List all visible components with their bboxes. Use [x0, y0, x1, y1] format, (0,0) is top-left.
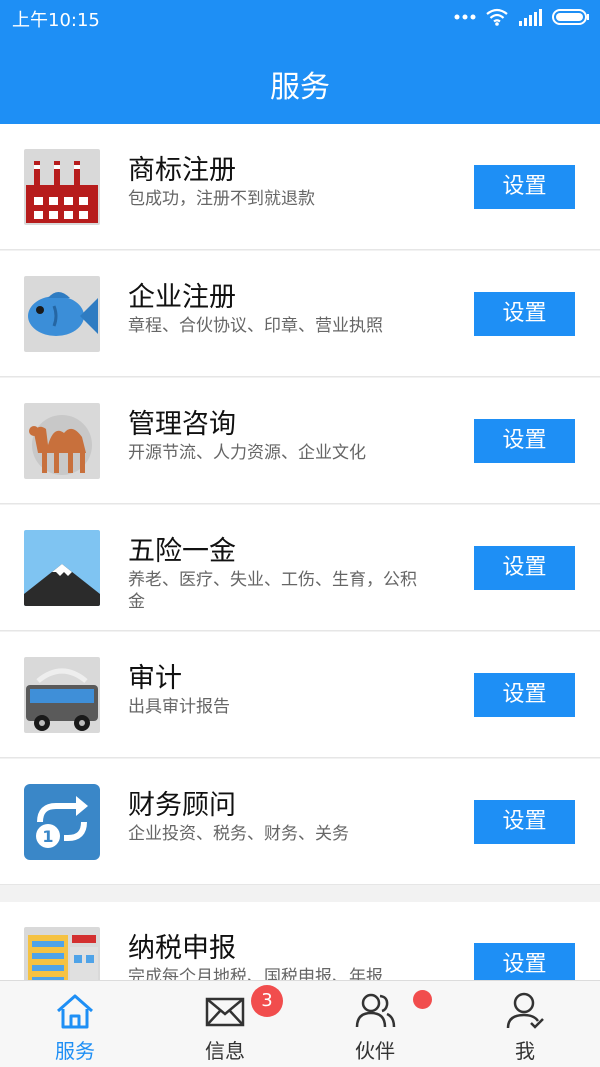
settings-button[interactable]: 设置: [474, 943, 575, 980]
settings-button[interactable]: 设置: [474, 673, 575, 717]
service-list[interactable]: 商标注册 包成功，注册不到就退款 设置 企业注册 章程、合伙协议、印章、营业执照…: [0, 124, 600, 980]
factory-icon: [24, 149, 100, 225]
status-bar: 上午10:15: [0, 0, 600, 36]
tab-label: 伙伴: [355, 1039, 395, 1063]
service-name: 商标注册: [128, 155, 236, 186]
tab-label: 服务: [55, 1039, 95, 1063]
battery-icon: [552, 9, 589, 25]
mail-icon: [205, 997, 245, 1027]
service-name: 纳税申报: [128, 933, 236, 964]
service-name: 财务顾问: [128, 790, 236, 821]
signal-icon: [519, 9, 542, 26]
settings-button[interactable]: 设置: [474, 419, 575, 463]
person-icon: [506, 992, 544, 1029]
tab-label: 我: [515, 1039, 535, 1063]
people-icon: [355, 993, 396, 1028]
tab-service[interactable]: 服务: [0, 981, 150, 1067]
home-icon: [57, 994, 93, 1029]
svg-text:1: 1: [42, 827, 53, 846]
service-name: 管理咨询: [128, 409, 236, 440]
service-name: 五险一金: [128, 536, 236, 567]
camel-icon: [24, 403, 100, 479]
service-description: 养老、医疗、失业、工伤、生育，公积金: [128, 570, 417, 612]
service-item-financial-advisor[interactable]: 1 财务顾问 企业投资、税务、财务、关务 设置: [0, 759, 600, 885]
service-description: 企业投资、税务、财务、关务: [128, 824, 349, 844]
service-description: 章程、合伙协议、印章、营业执照: [128, 316, 383, 336]
building-icon: [24, 927, 100, 980]
service-description: 出具审计报告: [128, 697, 230, 717]
tab-me[interactable]: 我: [450, 981, 600, 1067]
settings-button[interactable]: 设置: [474, 546, 575, 590]
settings-button[interactable]: 设置: [474, 165, 575, 209]
tab-label: 信息: [205, 1039, 245, 1063]
service-item-social-insurance[interactable]: 五险一金 养老、医疗、失业、工伤、生育，公积金 设置: [0, 505, 600, 631]
service-description: 开源节流、人力资源、企业文化: [128, 443, 366, 463]
settings-button[interactable]: 设置: [474, 800, 575, 844]
service-item-management-consulting[interactable]: 管理咨询 开源节流、人力资源、企业文化 设置: [0, 378, 600, 504]
mountain-icon: [24, 530, 100, 606]
wifi-icon: [486, 8, 508, 26]
unread-count-badge: 3: [251, 985, 283, 1017]
bottom-tab-bar: 服务 信息 伙伴 我: [0, 980, 600, 1067]
service-description: 包成功，注册不到就退款: [128, 189, 315, 209]
settings-button[interactable]: 设置: [474, 292, 575, 336]
service-item-tax-filing[interactable]: 纳税申报 完成每个月地税、国税申报、年报 设置: [0, 902, 600, 980]
bus-icon: [24, 657, 100, 733]
app-header: 服务: [0, 36, 600, 124]
status-icons: [454, 8, 590, 26]
service-name: 审计: [128, 663, 182, 694]
service-description: 完成每个月地税、国税申报、年报: [128, 967, 383, 980]
repeat-one-icon: 1: [24, 784, 100, 860]
service-item-audit[interactable]: 审计 出具审计报告 设置: [0, 632, 600, 758]
service-item-company-registration[interactable]: 企业注册 章程、合伙协议、印章、营业执照 设置: [0, 251, 600, 377]
service-name: 企业注册: [128, 282, 236, 313]
fish-icon: [24, 276, 100, 352]
service-item-trademark[interactable]: 商标注册 包成功，注册不到就退款 设置: [0, 124, 600, 250]
notification-dot: [413, 990, 432, 1009]
status-time: 上午10:15: [12, 10, 100, 31]
more-dots-icon: [454, 14, 476, 20]
